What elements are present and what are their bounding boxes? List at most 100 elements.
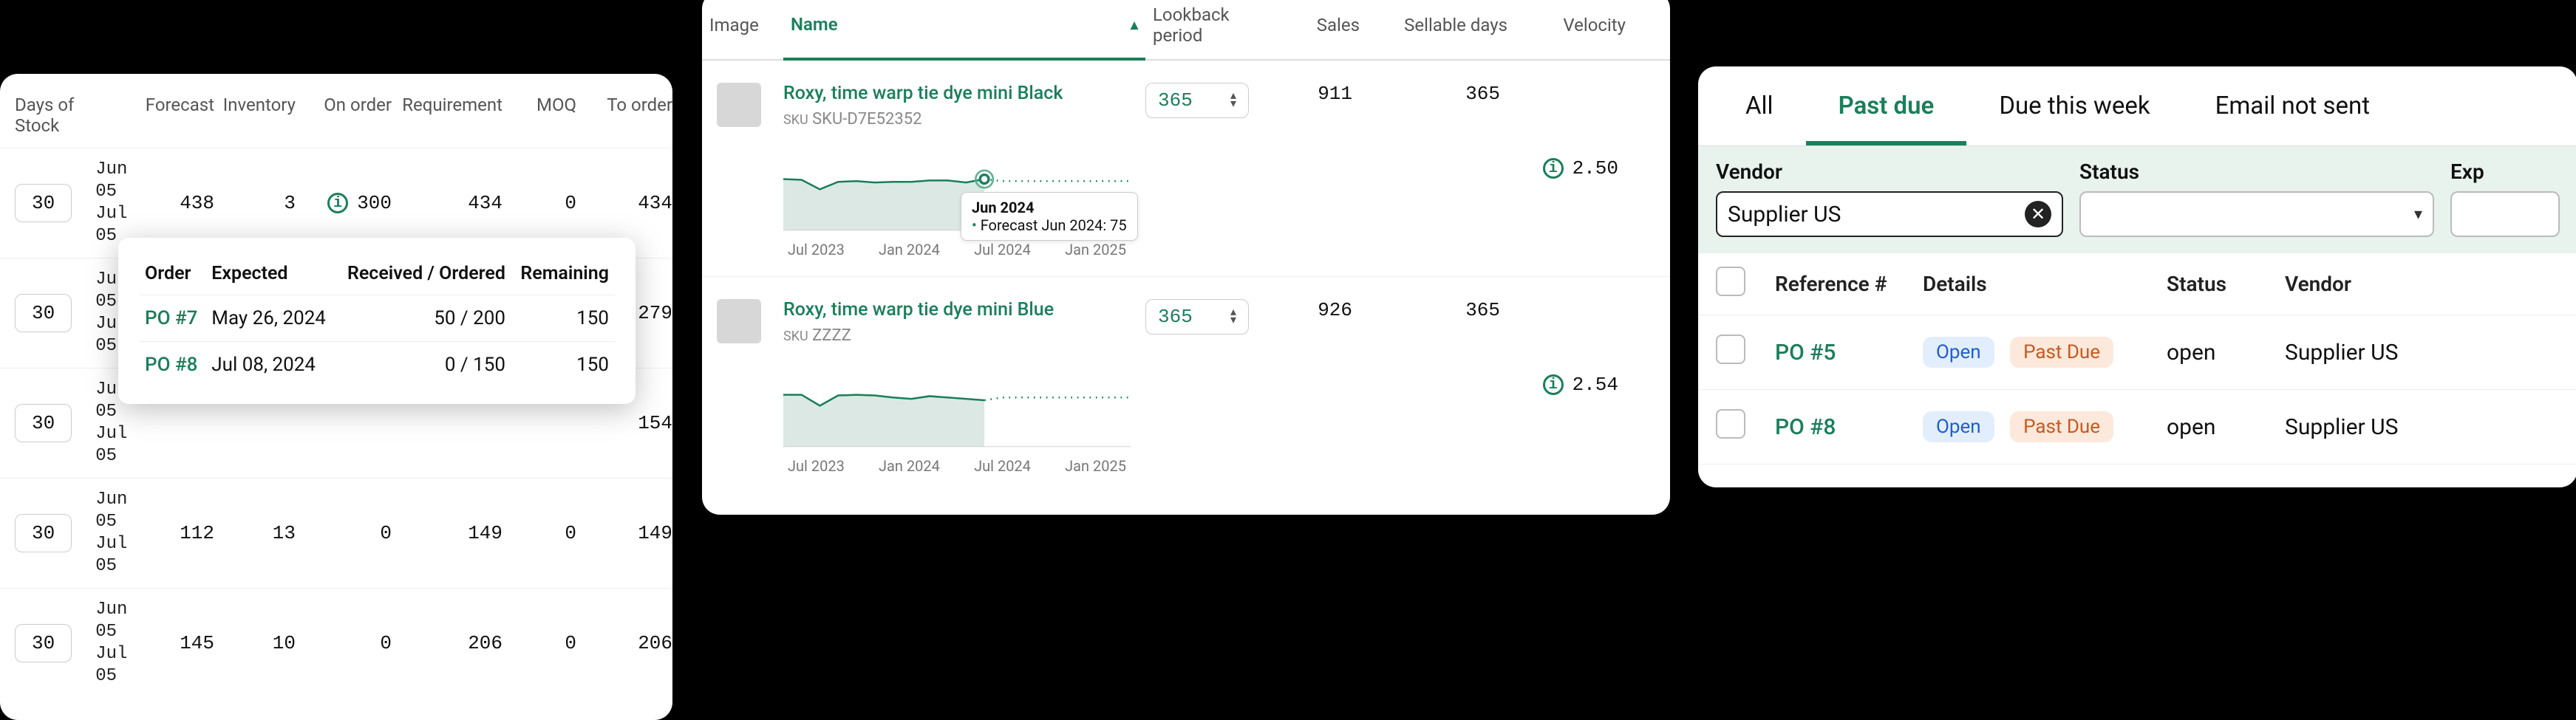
chart-x-axis: Jul 2023Jan 2024Jul 2024Jan 2025 — [783, 457, 1131, 475]
exp-filter-input[interactable] — [2450, 191, 2560, 237]
po-expected: Jul 08, 2024 — [205, 342, 335, 388]
select-all-checkbox[interactable] — [1716, 267, 1745, 296]
inventory-value: 13 — [214, 522, 296, 544]
on-order-value: 300 — [296, 192, 392, 214]
stock-row: 30 Jun 05Jul 05 112 13 0 149 0 149 — [0, 478, 672, 588]
po-row: PO #8 Open Past Due open Supplier US — [1698, 390, 2576, 464]
stepper-icon[interactable]: ▴▾ — [1230, 92, 1236, 109]
product-thumbnail[interactable] — [717, 299, 761, 343]
col-days-of-stock: Days of Stock — [15, 95, 118, 136]
col-reference: Reference # — [1775, 272, 1923, 296]
forecast-value: 145 — [118, 632, 214, 654]
days-of-stock-input[interactable]: 30 — [15, 184, 72, 222]
po-link[interactable]: PO #7 — [145, 307, 197, 329]
po-link[interactable]: PO #8 — [145, 354, 197, 376]
info-icon[interactable] — [327, 193, 348, 213]
vendor-filter-input[interactable]: Supplier US — [1716, 191, 2063, 237]
to-order-value: 149 — [576, 522, 672, 544]
col-to-order: To order — [576, 95, 672, 136]
product-sku: SKU ZZZZ — [783, 326, 1145, 345]
po-received-ordered: 50 / 200 — [335, 295, 511, 342]
tab-past-due[interactable]: Past due — [1806, 66, 1967, 145]
product-name-link[interactable]: Roxy, time warp tie dye mini Black — [783, 83, 1145, 104]
forecast-value: 438 — [118, 192, 214, 214]
moq-value: 0 — [502, 192, 576, 214]
sales-value: 911 — [1278, 83, 1367, 254]
popover-col-received: Received / Ordered — [335, 253, 511, 295]
row-checkbox[interactable] — [1716, 409, 1745, 439]
col-requirement: Requirement — [392, 95, 502, 136]
velocity-chart[interactable]: Jul 2023Jan 2024Jul 2024Jan 2025 Jun 202… — [783, 151, 1131, 254]
po-details: Open Past Due — [1923, 411, 2167, 442]
product-thumbnail[interactable] — [717, 83, 761, 127]
col-status: Status — [2167, 272, 2285, 296]
col-sellable[interactable]: Sellable days — [1367, 0, 1515, 59]
status-filter-label: Status — [2079, 160, 2434, 184]
po-details: Open Past Due — [1923, 337, 2167, 368]
lookback-input[interactable]: 365 ▴▾ — [1145, 83, 1249, 118]
col-lookback[interactable]: Lookback period — [1145, 0, 1278, 59]
to-order-value: 434 — [576, 192, 672, 214]
lookback-input[interactable]: 365 ▴▾ — [1145, 299, 1249, 335]
col-velocity[interactable]: Velocity — [1515, 0, 1633, 59]
requirement-value: 206 — [392, 632, 502, 654]
stock-forecast-panel: Days of Stock Forecast Inventory On orde… — [0, 74, 672, 720]
col-details: Details — [1923, 272, 2167, 296]
po-table-header: Reference # Details Status Vendor — [1698, 253, 2576, 315]
days-of-stock-input[interactable]: 30 — [15, 294, 72, 332]
forecast-value: 112 — [118, 522, 214, 544]
po-reference-link[interactable]: PO #5 — [1775, 340, 1923, 366]
open-badge: Open — [1923, 337, 1994, 368]
po-reference-link[interactable]: PO #8 — [1775, 414, 1923, 440]
past-due-badge: Past Due — [2010, 337, 2113, 368]
on-order-popover: Order Expected Received / Ordered Remain… — [118, 238, 636, 404]
requirement-value: 149 — [392, 522, 502, 544]
days-of-stock-input[interactable]: 30 — [15, 404, 72, 442]
po-vendor: Supplier US — [2285, 340, 2560, 366]
popover-col-order: Order — [139, 253, 205, 295]
po-status: open — [2167, 414, 2285, 440]
product-name-link[interactable]: Roxy, time warp tie dye mini Blue — [783, 299, 1145, 320]
col-name[interactable]: Name ▴ — [783, 0, 1145, 61]
row-checkbox[interactable] — [1716, 335, 1745, 364]
moq-value: 0 — [502, 522, 576, 544]
stock-row: 30 Jun 05Jul 05 145 10 0 206 0 206 — [0, 588, 672, 698]
exp-filter-label: Exp — [2450, 160, 2560, 184]
moq-value: 0 — [502, 632, 576, 654]
tab-email-not-sent[interactable]: Email not sent — [2183, 66, 2402, 145]
info-icon[interactable] — [1543, 158, 1564, 179]
chart-tooltip: Jun 2024 • Forecast Jun 2024: 75 — [961, 192, 1138, 241]
open-badge: Open — [1923, 411, 1994, 442]
col-on-order: On order — [296, 95, 392, 136]
popover-row: PO #7 May 26, 2024 50 / 200 150 — [139, 295, 615, 342]
days-of-stock-input[interactable]: 30 — [15, 624, 72, 662]
popover-row: PO #8 Jul 08, 2024 0 / 150 150 — [139, 342, 615, 388]
product-velocity-panel: Image Name ▴ Lookback period Sales Sella… — [702, 0, 1670, 515]
col-name-label: Name — [791, 14, 838, 35]
velocity-value: 2.54 — [1515, 299, 1633, 470]
po-expected: May 26, 2024 — [205, 295, 335, 342]
tab-all[interactable]: All — [1713, 66, 1806, 145]
col-forecast: Forecast — [118, 95, 214, 136]
status-filter-select[interactable] — [2079, 191, 2434, 237]
stock-table-header: Days of Stock Forecast Inventory On orde… — [0, 74, 672, 148]
info-icon[interactable] — [1543, 374, 1564, 395]
velocity-chart[interactable]: Jul 2023Jan 2024Jul 2024Jan 2025 — [783, 367, 1131, 470]
chart-x-axis: Jul 2023Jan 2024Jul 2024Jan 2025 — [783, 241, 1131, 258]
stepper-icon[interactable]: ▴▾ — [1230, 309, 1236, 325]
to-order-value: 154 — [576, 412, 672, 434]
po-received-ordered: 0 / 150 — [335, 342, 511, 388]
po-remaining: 150 — [511, 342, 615, 388]
days-of-stock-input[interactable]: 30 — [15, 514, 72, 552]
po-remaining: 150 — [511, 295, 615, 342]
vendor-filter-value: Supplier US — [1728, 202, 1841, 227]
po-status: open — [2167, 340, 2285, 366]
po-tabs: AllPast dueDue this weekEmail not sent — [1698, 66, 2576, 146]
col-image[interactable]: Image — [702, 0, 783, 59]
past-due-badge: Past Due — [2010, 411, 2113, 442]
sales-value: 926 — [1278, 299, 1367, 470]
inventory-value: 3 — [214, 192, 296, 214]
col-sales[interactable]: Sales — [1278, 0, 1367, 59]
tab-due-this-week[interactable]: Due this week — [1966, 66, 2182, 145]
clear-icon[interactable] — [2025, 201, 2051, 227]
